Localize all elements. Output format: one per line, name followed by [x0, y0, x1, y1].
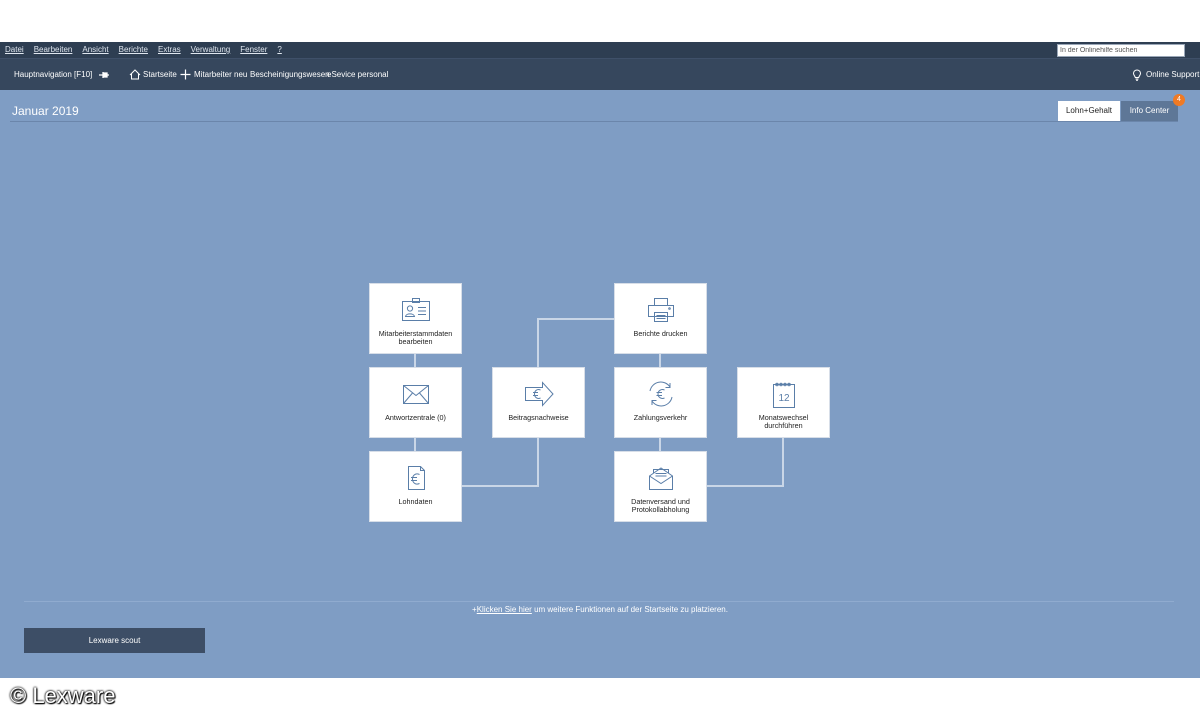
tile-lohndaten[interactable]: Lohndaten	[370, 452, 461, 521]
mitarbeiter-neu-label: Mitarbeiter neu	[194, 70, 248, 79]
online-support-button[interactable]: Online Support	[1132, 59, 1199, 90]
startseite-button[interactable]: Startseite	[129, 59, 177, 90]
lightbulb-icon	[1132, 68, 1142, 81]
menu-ansicht[interactable]: Ansicht	[82, 42, 108, 58]
online-support-label: Online Support	[1146, 70, 1200, 79]
calendar-day: 12	[778, 393, 790, 404]
tile-beitragsnachweise[interactable]: Beitragsnachweise	[493, 368, 584, 437]
mail-send-icon	[648, 467, 673, 490]
tile-berichte-drucken[interactable]: Berichte drucken	[615, 284, 706, 353]
tile-label: Datenversand und Protokollabholung	[631, 497, 690, 514]
start-page: Januar 2019 Lohn+Gehalt Info Center 4 Mi…	[0, 90, 1200, 678]
customize-hint: +Klicken Sie hier um weitere Funktionen …	[0, 605, 1200, 614]
euro-document-icon	[407, 466, 425, 490]
hauptnavigation-label: Hauptnavigation [F10]	[14, 70, 93, 79]
customize-link[interactable]: Klicken Sie hier	[477, 605, 532, 614]
tile-label: Antwortzentrale (0)	[385, 413, 446, 422]
main-menu: Datei Bearbeiten Ansicht Berichte Extras…	[5, 42, 292, 58]
application-window: Datei Bearbeiten Ansicht Berichte Extras…	[0, 42, 1200, 678]
connector-datenversand-monatswechsel	[706, 437, 784, 487]
connector-lohndaten-beitrag	[461, 437, 539, 487]
copyright-watermark: © Lexware	[10, 683, 116, 708]
startseite-label: Startseite	[143, 70, 177, 79]
tile-antwortzentrale[interactable]: Antwortzentrale (0)	[370, 368, 461, 437]
hauptnavigation-button[interactable]: Hauptnavigation [F10]	[14, 59, 92, 90]
menu-help[interactable]: ?	[277, 42, 281, 58]
tile-zahlungsverkehr[interactable]: Zahlungsverkehr	[615, 368, 706, 437]
printer-icon	[647, 298, 674, 322]
bottom-divider	[24, 601, 1174, 602]
menu-verwaltung[interactable]: Verwaltung	[191, 42, 231, 58]
menu-berichte[interactable]: Berichte	[119, 42, 148, 58]
menu-fenster[interactable]: Fenster	[240, 42, 267, 58]
menu-bar: Datei Bearbeiten Ansicht Berichte Extras…	[0, 42, 1200, 59]
plus-icon	[180, 69, 191, 80]
toolbar: Hauptnavigation [F10] Startseite Mitarbe…	[0, 59, 1200, 90]
envelope-icon	[402, 385, 429, 404]
eservice-label: eSevice personal	[327, 70, 389, 79]
home-icon	[129, 69, 141, 80]
tile-label: Monatswechsel durchführen	[758, 413, 809, 430]
bescheinigungswesen-button[interactable]: Bescheinigungswesen	[250, 59, 330, 90]
euro-cycle-icon	[649, 381, 672, 407]
calendar-icon: 12	[772, 382, 795, 408]
menu-datei[interactable]: Datei	[5, 42, 24, 58]
tile-label: Lohndaten	[398, 497, 433, 506]
menu-extras[interactable]: Extras	[158, 42, 181, 58]
tile-label: Mitarbeiterstammdaten bearbeiten	[378, 329, 453, 346]
bescheinigungswesen-label: Bescheinigungswesen	[250, 70, 330, 79]
connector-beitrag-berichte	[537, 318, 614, 367]
mitarbeiter-neu-button[interactable]: Mitarbeiter neu	[180, 59, 247, 90]
help-search-input[interactable]	[1057, 44, 1185, 57]
tile-label: Berichte drucken	[633, 329, 688, 338]
id-card-icon	[401, 298, 430, 321]
pin-icon	[99, 71, 109, 78]
eservice-button[interactable]: eSevice personal	[327, 59, 388, 90]
lexware-scout-button[interactable]: Lexware scout	[24, 628, 205, 653]
tile-datenversand[interactable]: Datenversand und Protokollabholung	[615, 452, 706, 521]
tile-monatswechsel[interactable]: 12 Monatswechsel durchführen	[738, 368, 829, 437]
menu-bearbeiten[interactable]: Bearbeiten	[34, 42, 73, 58]
tile-mitarbeiterstammdaten[interactable]: Mitarbeiterstammdaten bearbeiten	[370, 284, 461, 353]
tile-label: Beitragsnachweise	[508, 413, 569, 422]
workflow-connectors	[414, 318, 784, 487]
euro-arrow-icon	[524, 381, 554, 407]
customize-hint-text: um weitere Funktionen auf der Startseite…	[531, 605, 728, 614]
tile-label: Zahlungsverkehr	[633, 413, 688, 422]
pin-button[interactable]	[98, 59, 110, 90]
